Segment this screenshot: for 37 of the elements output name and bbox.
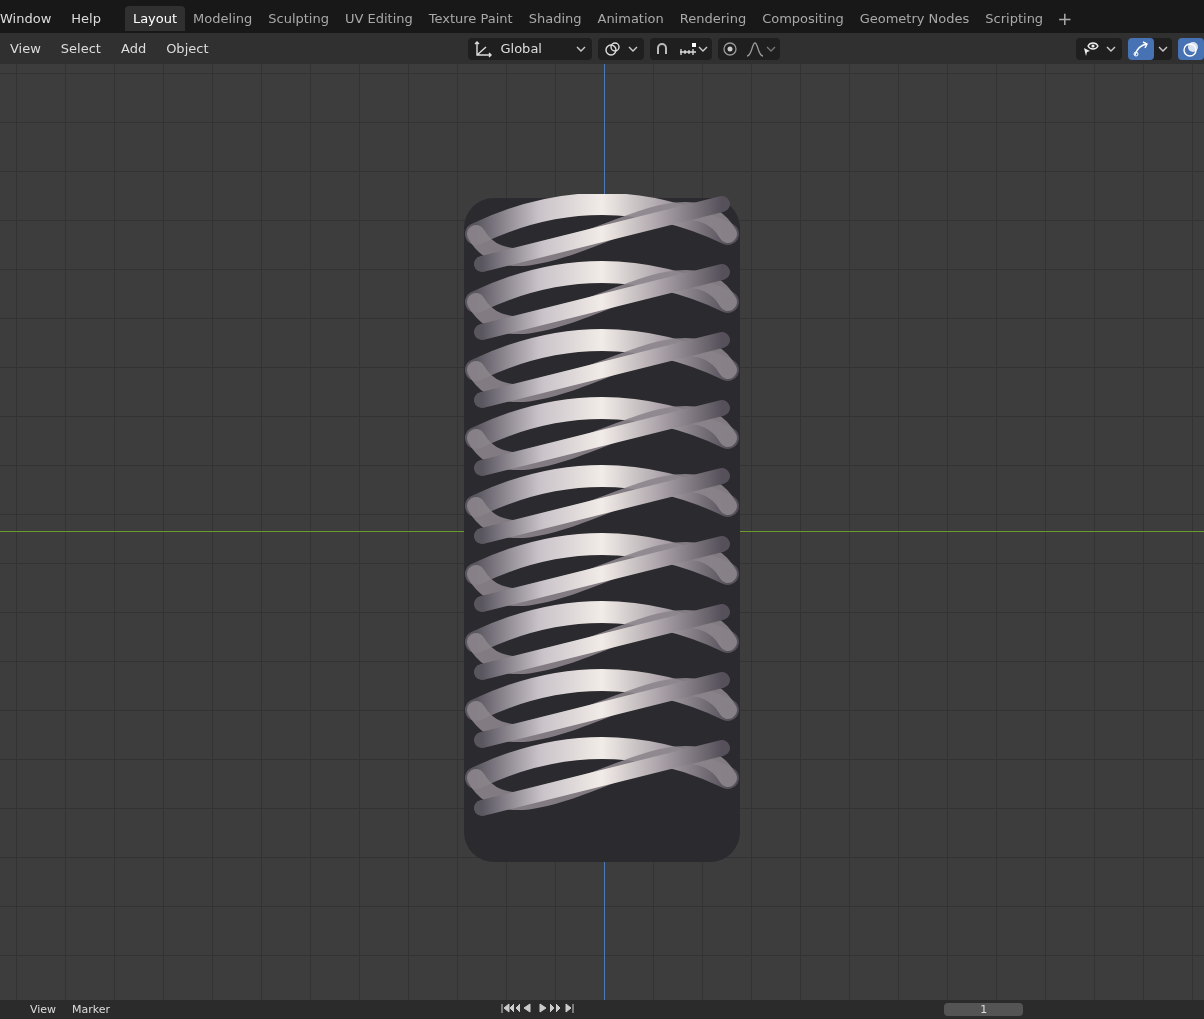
caret-icon [1106, 44, 1116, 53]
orientation-dropdown[interactable]: Global [468, 37, 593, 60]
menu-item[interactable]: Add [110, 41, 157, 56]
menu-item[interactable]: Window [0, 11, 62, 26]
caret-icon [1158, 44, 1168, 53]
workspace-tab[interactable]: Modeling [185, 6, 261, 31]
overlay-toggle[interactable] [1178, 37, 1204, 60]
current-frame-field[interactable]: 1 [944, 1003, 1024, 1016]
workspace-tab[interactable]: Scripting [977, 6, 1052, 31]
caret-icon [576, 44, 587, 53]
gizmo-toggle[interactable] [1128, 37, 1154, 60]
menu-item[interactable]: View [0, 41, 51, 56]
falloff-curve-icon [746, 40, 777, 57]
increment-icon [678, 41, 709, 56]
workspace-tab[interactable]: Geometry Nodes [851, 6, 978, 31]
workspace-tab[interactable]: Compositing [754, 6, 852, 31]
workspace-tab[interactable]: UV Editing [336, 6, 421, 31]
menu-item[interactable]: Help [61, 11, 111, 26]
target-icon [722, 40, 739, 57]
pivot-icon [604, 39, 623, 58]
workspace-tab[interactable]: Texture Paint [420, 6, 521, 31]
add-workspace-button[interactable]: + [1051, 8, 1079, 29]
overlay-icon [1182, 39, 1200, 58]
gizmo-icon [1132, 39, 1150, 58]
caret-icon [628, 44, 639, 53]
3d-viewport[interactable] [0, 64, 1204, 1000]
menu-item[interactable]: Object [156, 41, 219, 56]
menu-item[interactable]: View [24, 1003, 63, 1016]
workspace-tab[interactable]: Sculpting [260, 6, 337, 31]
menu-item[interactable]: Marker [66, 1003, 117, 1016]
pivot-dropdown[interactable] [598, 37, 645, 60]
workspace-tab[interactable]: Layout [124, 6, 186, 31]
workspace-tab[interactable]: Shading [520, 6, 590, 31]
workspace-tab[interactable]: Animation [589, 6, 672, 31]
selectability-dropdown[interactable] [1076, 37, 1122, 60]
menu-item[interactable]: Select [50, 41, 111, 56]
workspace-tab[interactable]: Rendering [671, 6, 755, 31]
